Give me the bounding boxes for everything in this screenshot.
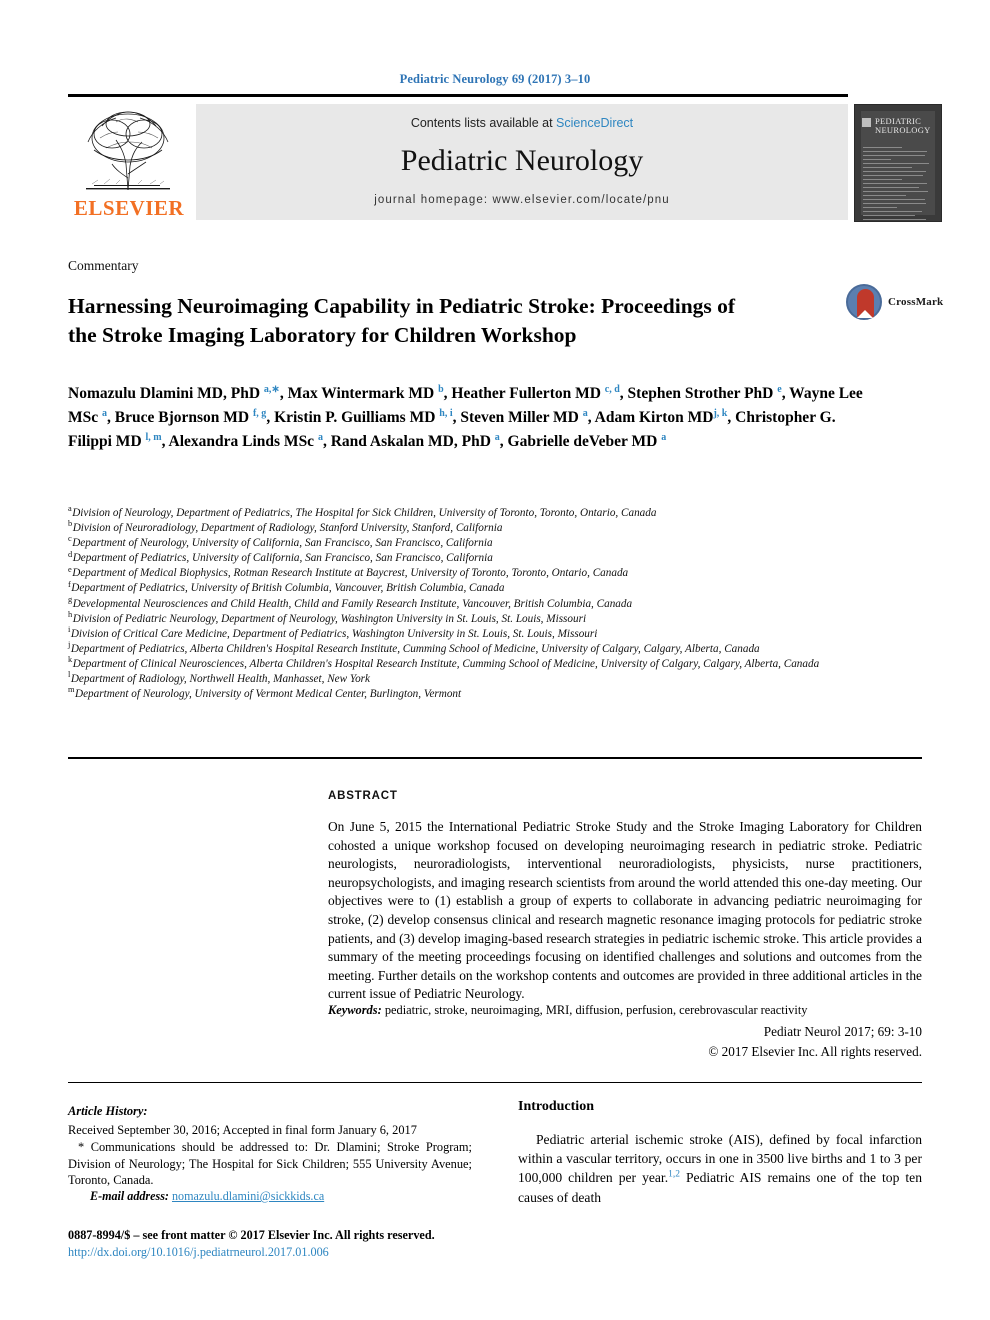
affiliation-item: kDepartment of Clinical Neurosciences, A… (68, 655, 868, 672)
crossmark-icon (846, 284, 882, 320)
journal-masthead: ELSEVIER Contents lists available at Sci… (68, 94, 942, 222)
affiliation-item: jDepartment of Pediatrics, Alberta Child… (68, 640, 868, 657)
affiliation-text: Department of Pediatrics, University of … (71, 582, 505, 595)
affiliation-text: Division of Critical Care Medicine, Depa… (70, 627, 598, 640)
keywords-line: Keywords: pediatric, stroke, neuroimagin… (328, 1002, 922, 1019)
affiliation-item: cDepartment of Neurology, University of … (68, 535, 868, 551)
article-history-heading: Article History: (68, 1104, 148, 1118)
affiliation-text: Developmental Neurosciences and Child He… (72, 597, 633, 610)
abstract-text: On June 5, 2015 the International Pediat… (328, 819, 922, 1002)
elsevier-logo: ELSEVIER (68, 104, 190, 220)
cover-title-line-2: NEUROLOGY (875, 125, 931, 135)
affiliation-marker: k (68, 655, 73, 665)
affiliation-text: Department of Neurology, University of V… (75, 688, 462, 701)
email-label: E-mail address: (90, 1189, 169, 1203)
affiliation-item: iDivision of Critical Care Medicine, Dep… (68, 625, 868, 642)
affiliation-marker: d (68, 549, 73, 559)
affiliation-item: eDepartment of Medical Biophysics, Rotma… (68, 565, 868, 581)
journal-header-band: Contents lists available at ScienceDirec… (196, 104, 848, 220)
email-line: E-mail address: nomazulu.dlamini@sickkid… (68, 1189, 472, 1204)
cover-emblem-icon (862, 118, 871, 127)
author-list: Nomazulu Dlamini MD, PhD a,∗, Max Winter… (68, 383, 863, 450)
footer-top-rule (68, 1082, 922, 1083)
affiliation-item: mDepartment of Neurology, University of … (68, 685, 868, 702)
affiliation-list: aDivision of Neurology, Department of Pe… (68, 505, 868, 702)
elsevier-tree-icon (72, 104, 184, 194)
introduction-heading: Introduction (518, 1099, 594, 1114)
article-title: Harnessing Neuroimaging Capability in Pe… (68, 294, 736, 348)
article-history-dates: Received September 30, 2016; Accepted in… (68, 1123, 417, 1137)
crossmark-badge[interactable]: CrossMark (846, 284, 944, 324)
cover-title-text: PEDIATRIC NEUROLOGY (875, 117, 931, 135)
journal-title: Pediatric Neurology (400, 144, 644, 177)
journal-article-page: Pediatric Neurology 69 (2017) 3–10 ELSEV… (0, 0, 990, 1320)
affiliation-item: fDepartment of Pediatrics, University of… (68, 580, 868, 596)
affiliation-text: Department of Radiology, Northwell Healt… (70, 673, 370, 686)
sciencedirect-link[interactable]: ScienceDirect (556, 116, 633, 130)
affiliation-marker: g (68, 594, 73, 604)
affiliation-text: Department of Neurology, University of C… (72, 537, 493, 550)
introduction-paragraph: Pediatric arterial ischemic stroke (AIS)… (518, 1130, 922, 1207)
affiliation-marker: b (68, 519, 73, 529)
reference-marker[interactable]: 1,2 (668, 1170, 680, 1180)
affiliation-text: Department of Medical Biophysics, Rotman… (72, 567, 629, 580)
cover-placeholder-lines (863, 147, 933, 221)
affiliation-item: bDivision of Neuroradiology, Department … (68, 519, 868, 536)
affiliation-text: Division of Neurology, Department of Ped… (72, 507, 657, 519)
affiliation-item: gDevelopmental Neurosciences and Child H… (68, 594, 868, 612)
keywords-values: pediatric, stroke, neuroimaging, MRI, di… (384, 1003, 808, 1017)
citation-line: Pediatr Neurol 2017; 69: 3-10 (763, 1024, 922, 1039)
affiliation-text: Division of Neuroradiology, Department o… (72, 522, 503, 535)
affiliation-item: aDivision of Neurology, Department of Pe… (68, 505, 868, 521)
correspondence-note: * Communications should be addressed to:… (68, 1140, 472, 1187)
elsevier-wordmark: ELSEVIER (73, 196, 185, 220)
email-link[interactable]: nomazulu.dlamini@sickkids.ca (172, 1189, 324, 1203)
abstract-top-rule (68, 757, 922, 759)
crossmark-label: CrossMark (888, 296, 944, 308)
article-type-label: Commentary (68, 258, 139, 273)
abstract-heading: ABSTRACT (328, 790, 398, 802)
issn-frontmatter-line: 0887-8994/$ – see front matter © 2017 El… (68, 1228, 435, 1242)
affiliation-item: dDepartment of Pediatrics, University of… (68, 549, 868, 566)
affiliation-text: Department of Pediatrics, University of … (72, 552, 493, 565)
affiliation-item: hDivision of Pediatric Neurology, Depart… (68, 609, 868, 627)
journal-homepage-line[interactable]: journal homepage: www.elsevier.com/locat… (196, 194, 848, 206)
journal-cover-thumbnail: PEDIATRIC NEUROLOGY (854, 104, 942, 222)
affiliation-marker: m (68, 685, 75, 695)
running-head: Pediatric Neurology 69 (2017) 3–10 (399, 72, 591, 86)
masthead-top-rule (68, 94, 848, 97)
affiliation-item: lDepartment of Radiology, Northwell Heal… (68, 671, 868, 687)
crossmark-notch-shape (857, 310, 873, 318)
affiliation-text: Department of Clinical Neurosciences, Al… (72, 657, 820, 670)
affiliation-text: Department of Pediatrics, Alberta Childr… (70, 642, 760, 655)
keywords-label: Keywords: (328, 1003, 382, 1017)
affiliation-marker: h (68, 609, 73, 619)
affiliation-text: Division of Pediatric Neurology, Departm… (72, 612, 587, 625)
contents-available-line: Contents lists available at ScienceDirec… (196, 104, 848, 130)
copyright-line: © 2017 Elsevier Inc. All rights reserved… (708, 1044, 922, 1059)
contents-prefix-text: Contents lists available at (410, 116, 553, 130)
doi-link[interactable]: http://dx.doi.org/10.1016/j.pediatrneuro… (68, 1245, 498, 1260)
